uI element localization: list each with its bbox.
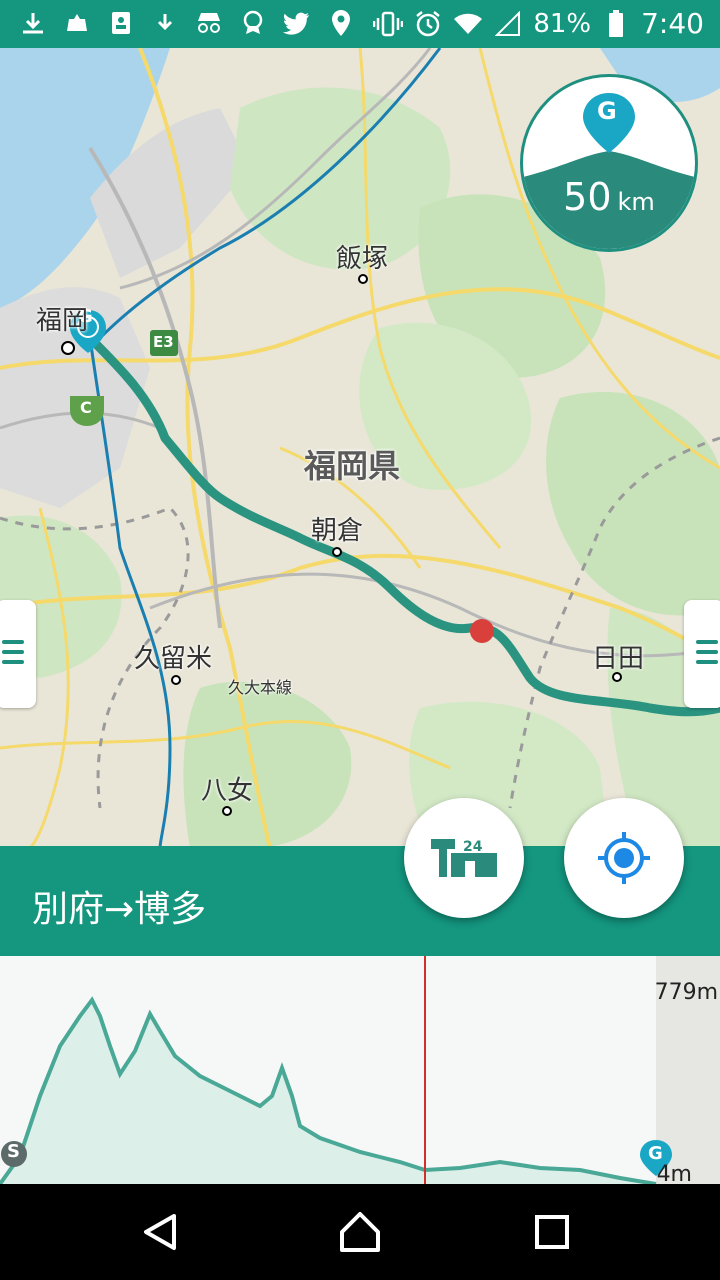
vibrate-icon — [373, 9, 404, 39]
elevation-chart — [0, 956, 720, 1184]
notification-icons — [18, 8, 356, 38]
clock: 7:40 — [641, 7, 704, 40]
compass-goal-marker: G — [597, 97, 617, 125]
my-location-button[interactable] — [564, 798, 684, 918]
left-drawer-handle[interactable] — [0, 600, 36, 708]
home-button[interactable] — [336, 1208, 384, 1256]
home-icon — [340, 1212, 380, 1252]
crosshair-icon — [598, 832, 650, 884]
convenience-store-button[interactable]: 24 — [404, 798, 524, 918]
elevation-min-label: 4m — [656, 1162, 692, 1184]
hat-icon — [62, 8, 92, 38]
twitter-icon — [282, 8, 312, 38]
menu-icon — [2, 640, 24, 670]
contacts-icon — [106, 8, 136, 38]
wifi-icon — [453, 9, 483, 39]
back-button[interactable] — [136, 1208, 184, 1256]
back-icon — [144, 1214, 176, 1250]
map-label-hita: 日田 — [592, 644, 645, 674]
signal-icon — [493, 9, 523, 39]
goal-distance-compass[interactable]: G 50 km — [520, 74, 698, 252]
map-label-asakura: 朝倉 — [311, 516, 364, 546]
route-c-shield: C — [80, 398, 92, 417]
system-navigation-bar — [0, 1184, 720, 1280]
menu-icon — [696, 640, 718, 670]
elevation-goal-marker: G — [648, 1143, 663, 1164]
recents-button[interactable] — [528, 1208, 576, 1256]
map-label-kurume: 久留米 — [134, 644, 213, 674]
elevation-start-marker: S — [7, 1141, 20, 1162]
location-icon — [326, 8, 356, 38]
alarm-icon — [413, 9, 443, 39]
map-label-yame: 八女 — [201, 776, 254, 806]
compass-distance-unit: km — [617, 188, 655, 216]
svg-text:24: 24 — [463, 839, 483, 855]
elevation-max-label: 779m — [654, 980, 718, 1005]
route-title: 別府→博多 — [32, 889, 207, 930]
battery-icon — [601, 9, 631, 39]
map-label-fukuoka: 福岡 — [36, 306, 89, 336]
elevation-profile[interactable]: S G 779m 4m — [0, 956, 720, 1184]
map-label-iizuka: 飯塚 — [336, 244, 389, 274]
battery-percent: 81% — [533, 9, 592, 39]
compass-distance-value: 50 — [563, 175, 612, 219]
status-bar: 81% 7:40 — [0, 0, 720, 48]
route-e3-shield: E3 — [153, 333, 174, 351]
spy-icon — [194, 8, 224, 38]
recents-icon — [535, 1215, 569, 1249]
download-icon — [18, 8, 48, 38]
map-label-kyudai-line: 久大本線 — [228, 678, 293, 697]
downward-arrow-icon — [150, 8, 180, 38]
badge-icon — [238, 8, 268, 38]
map-label-fukuoka-pref: 福岡県 — [304, 447, 401, 485]
compass-distance: 50 km — [523, 175, 695, 219]
right-drawer-handle[interactable] — [684, 600, 720, 708]
store-24-icon: 24 — [431, 839, 497, 877]
system-status: 81% 7:40 — [373, 8, 704, 40]
